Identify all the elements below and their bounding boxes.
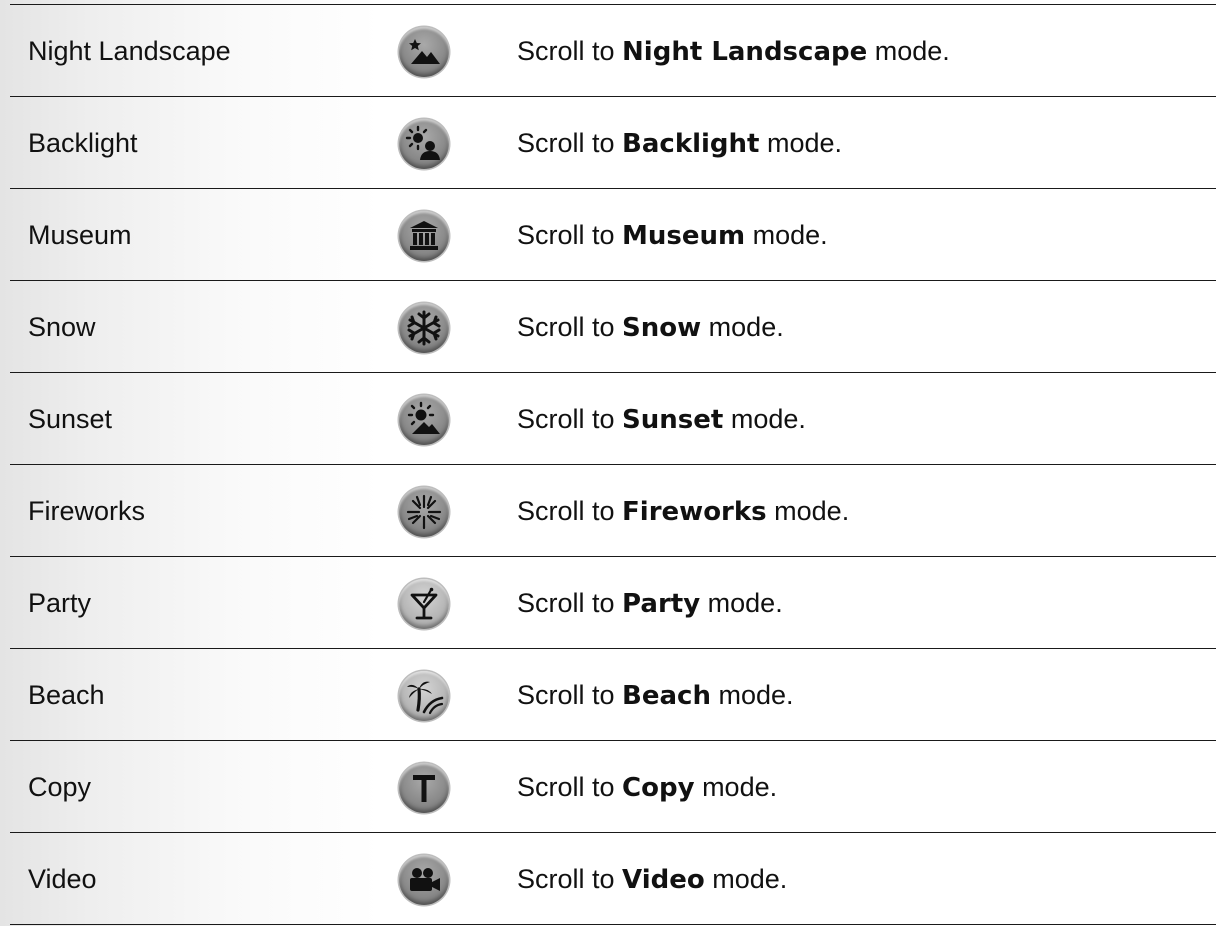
mode-name: Sunset xyxy=(28,404,113,434)
mode-description: Scroll to Backlight mode. xyxy=(517,97,842,189)
fireworks-icon xyxy=(399,487,449,537)
description-suffix: mode. xyxy=(867,36,950,66)
description-suffix: mode. xyxy=(745,220,828,250)
table-row: Fireworks Scroll to Fireworks mode. xyxy=(10,465,1216,557)
mode-highlight: Backlight xyxy=(622,129,760,159)
description-suffix: mode. xyxy=(723,404,806,434)
table-row: Snow Scroll to Snow mode. xyxy=(10,281,1216,373)
table-row: Backlight Scroll to Backlight mode. xyxy=(10,97,1216,189)
scene-modes-table: Night Landscape Scroll to Night Landscap… xyxy=(10,5,1216,925)
description-suffix: mode. xyxy=(759,128,843,158)
scene-modes-page: Night Landscape Scroll to Night Landscap… xyxy=(0,0,1216,926)
table-row: Video Scroll to Video mode. xyxy=(10,833,1216,925)
mode-description: Scroll to Party mode. xyxy=(517,557,783,649)
mode-highlight: Night Landscape xyxy=(622,37,868,67)
description-prefix: Scroll to xyxy=(517,496,623,526)
description-prefix: Scroll to xyxy=(517,772,623,802)
description-prefix: Scroll to xyxy=(517,864,623,894)
mode-highlight: Sunset xyxy=(622,405,724,435)
description-prefix: Scroll to xyxy=(517,36,623,66)
description-suffix: mode. xyxy=(694,772,778,802)
cocktail-glass-icon xyxy=(399,579,449,629)
description-prefix: Scroll to xyxy=(517,680,623,710)
mode-description: Scroll to Museum mode. xyxy=(517,189,828,281)
mode-description: Scroll to Snow mode. xyxy=(517,281,784,373)
mode-highlight: Copy xyxy=(622,773,695,803)
mode-name: Snow xyxy=(28,312,96,342)
mode-name: Beach xyxy=(28,680,105,710)
mode-description: Scroll to Sunset mode. xyxy=(517,373,806,465)
mode-highlight: Video xyxy=(622,865,705,895)
description-prefix: Scroll to xyxy=(517,128,623,158)
mode-highlight: Snow xyxy=(622,313,702,343)
text-copy-icon xyxy=(399,763,449,813)
table-row: Night Landscape Scroll to Night Landscap… xyxy=(10,5,1216,97)
description-suffix: mode. xyxy=(700,588,783,618)
description-prefix: Scroll to xyxy=(517,588,623,618)
mode-name: Video xyxy=(28,864,97,894)
palm-tree-beach-icon xyxy=(399,671,449,721)
table-row: Sunset Scroll to Sunset mode. xyxy=(10,373,1216,465)
mode-name: Fireworks xyxy=(28,496,146,526)
table-row: Copy Scroll to Copy mode. xyxy=(10,741,1216,833)
table-row: Beach Scroll to Beach mode. xyxy=(10,649,1216,741)
description-prefix: Scroll to xyxy=(517,220,623,250)
mode-name: Museum xyxy=(28,220,132,250)
mode-highlight: Beach xyxy=(622,681,711,711)
backlight-icon xyxy=(399,119,449,169)
mode-name: Night Landscape xyxy=(28,36,231,66)
description-suffix: mode. xyxy=(710,680,794,710)
table-row: Party Scroll to Party mode. xyxy=(10,557,1216,649)
video-camera-icon xyxy=(399,855,449,905)
museum-icon xyxy=(399,211,449,261)
mode-description: Scroll to Copy mode. xyxy=(517,741,777,833)
description-prefix: Scroll to xyxy=(517,312,623,342)
mode-description: Scroll to Video mode. xyxy=(517,833,787,925)
mode-description: Scroll to Beach mode. xyxy=(517,649,794,741)
description-suffix: mode. xyxy=(766,496,850,526)
description-prefix: Scroll to xyxy=(517,404,623,434)
table-row: Museum Scroll to Museum mode. xyxy=(10,189,1216,281)
mode-description: Scroll to Night Landscape mode. xyxy=(517,5,950,97)
mode-highlight: Party xyxy=(622,589,701,619)
snowflake-icon xyxy=(399,303,449,353)
night-landscape-icon xyxy=(399,27,449,77)
mode-name: Party xyxy=(28,588,92,618)
mode-name: Backlight xyxy=(28,128,138,158)
mode-highlight: Museum xyxy=(622,221,746,251)
sunset-icon xyxy=(399,395,449,445)
mode-highlight: Fireworks xyxy=(622,497,767,527)
description-suffix: mode. xyxy=(704,864,788,894)
mode-name: Copy xyxy=(28,772,92,802)
mode-description: Scroll to Fireworks mode. xyxy=(517,465,849,557)
description-suffix: mode. xyxy=(701,312,784,342)
